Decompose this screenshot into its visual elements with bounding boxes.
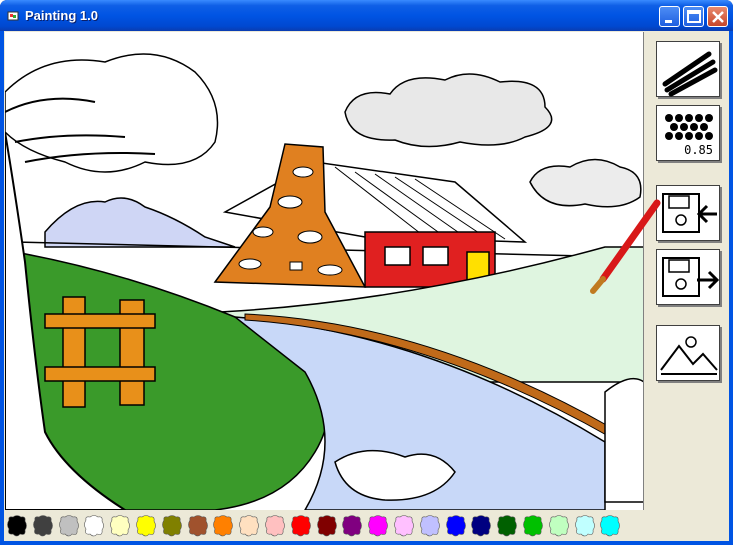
paintbrush-cursor	[590, 199, 661, 294]
color-swatch[interactable]	[83, 514, 105, 538]
color-swatch[interactable]	[161, 514, 183, 538]
spray-tool[interactable]: 0.85	[656, 105, 720, 161]
color-swatch[interactable]	[264, 514, 286, 538]
coloring-landscape-drawing	[5, 53, 643, 510]
color-swatch[interactable]	[470, 514, 492, 538]
color-swatch[interactable]	[290, 514, 312, 538]
color-swatch[interactable]	[496, 514, 518, 538]
save-file-tool[interactable]	[656, 249, 720, 305]
spray-size-label: 0.85	[684, 143, 713, 157]
color-swatch[interactable]	[32, 514, 54, 538]
fence-rail-2	[44, 366, 156, 382]
color-swatch[interactable]	[58, 514, 80, 538]
cloud-large	[344, 73, 553, 148]
minimize-button[interactable]	[659, 6, 680, 27]
color-swatch[interactable]	[393, 514, 415, 538]
color-swatch[interactable]	[367, 514, 389, 538]
window-frame-right	[729, 31, 733, 545]
color-swatch[interactable]	[445, 514, 467, 538]
house-window-2	[422, 246, 449, 266]
color-swatch[interactable]	[522, 514, 544, 538]
color-swatch[interactable]	[6, 514, 28, 538]
color-swatch[interactable]	[238, 514, 260, 538]
color-swatch[interactable]	[187, 514, 209, 538]
color-swatch[interactable]	[548, 514, 570, 538]
right-rocks	[604, 377, 643, 503]
color-swatch[interactable]	[574, 514, 596, 538]
house-window-1	[384, 246, 411, 266]
landscape-picture-icon	[660, 336, 718, 375]
close-button[interactable]	[707, 6, 728, 27]
color-palette	[4, 511, 729, 541]
color-swatch[interactable]	[316, 514, 338, 538]
minimize-icon	[665, 20, 672, 23]
floppy-open-icon	[662, 193, 717, 233]
open-file-tool[interactable]	[656, 185, 720, 241]
window-frame-bottom	[0, 541, 733, 545]
color-swatch[interactable]	[109, 514, 131, 538]
new-picture-tool[interactable]	[656, 325, 720, 381]
brush-strokes-icon	[662, 51, 718, 97]
color-swatch[interactable]	[135, 514, 157, 538]
color-swatch[interactable]	[212, 514, 234, 538]
color-swatch[interactable]	[341, 514, 363, 538]
window-title: Painting 1.0	[25, 8, 98, 23]
title-bar[interactable]: Painting 1.0	[0, 0, 733, 31]
brush-tool[interactable]	[656, 41, 720, 97]
maximize-button[interactable]	[683, 6, 704, 27]
tree-foliage	[5, 53, 219, 173]
close-icon	[712, 11, 724, 23]
floppy-save-icon	[662, 257, 720, 297]
fence-rail-1	[44, 313, 156, 329]
color-swatch[interactable]	[419, 514, 441, 538]
drawing-canvas[interactable]	[5, 32, 644, 510]
mountain	[44, 197, 236, 248]
maximize-icon	[687, 10, 701, 23]
app-window: Painting 1.0 0.85	[0, 0, 733, 545]
app-icon	[7, 11, 19, 21]
color-swatch[interactable]	[599, 514, 621, 538]
